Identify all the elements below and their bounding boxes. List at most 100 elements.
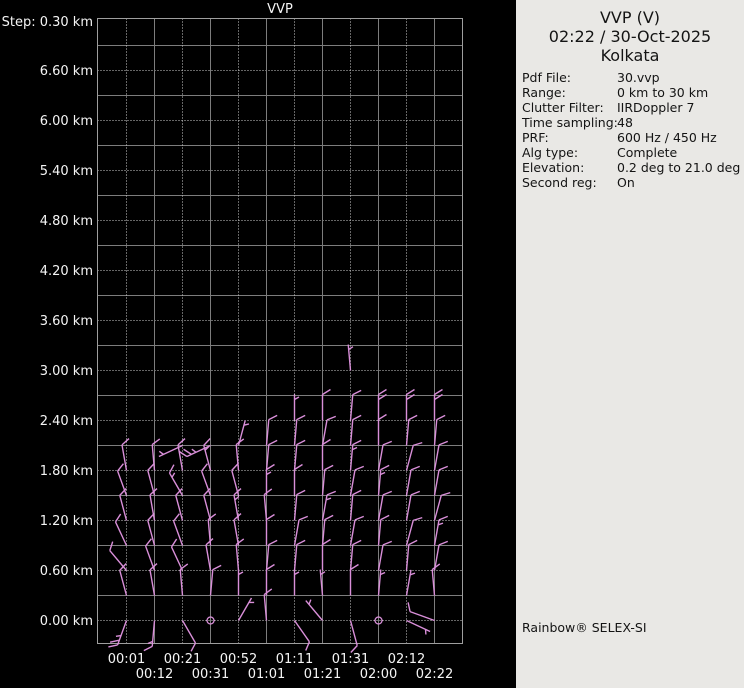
wind-barb [351,440,362,472]
y-axis-label: 6.60 km [40,64,93,79]
wind-barb [405,621,430,636]
y-axis-label: 6.00 km [40,114,93,129]
wind-barb [169,539,189,570]
chart-title: VVP [267,2,293,17]
wind-barb [200,464,218,496]
field-value: 0.2 deg to 21.0 deg [617,160,740,175]
wind-barb [267,565,275,596]
metadata-row: Clutter Filter:IIRDoppler 7 [522,100,740,115]
y-axis-label: 5.40 km [40,164,93,179]
site-name: Kolkata [516,46,744,65]
field-label: Clutter Filter: [522,100,617,115]
wind-barb [435,390,443,421]
wind-barb [351,565,359,596]
wind-barb [149,489,162,521]
wind-barb [288,621,312,651]
wind-barb [379,515,390,547]
y-axis-label: 3.00 km [40,364,93,379]
wind-barb [267,515,275,546]
wind-barb [407,516,423,548]
field-label: PRF: [522,130,617,145]
product-metadata: Pdf File:30.vvpRange:0 km to 30 kmClutte… [522,70,740,190]
wind-barb [432,564,443,596]
wind-barb [116,464,134,496]
x-axis-label: 02:00 [360,667,397,682]
y-axis-label: 2.40 km [40,414,93,429]
wind-barb [407,570,416,596]
x-axis-label: 01:11 [276,652,313,667]
x-axis-label: 00:12 [136,667,173,682]
wind-barb [233,514,246,546]
y-axis-label: 4.20 km [40,264,93,279]
wind-barb [320,569,327,595]
field-value: 48 [617,115,740,130]
wind-barb [295,465,303,496]
field-label: Second reg: [522,175,617,190]
field-label: Alg type: [522,145,617,160]
y-axis-label: 4.80 km [40,214,93,229]
wind-barb [236,539,247,571]
wind-barb [379,540,392,572]
wind-barb [176,621,198,652]
wind-barb [407,415,418,447]
wind-barb [323,390,331,421]
wind-barb [405,602,437,620]
wind-barb [239,598,256,623]
wind-barb [267,465,275,496]
field-label: Pdf File: [522,70,617,85]
field-value: 0 km to 30 km [617,85,740,100]
metadata-row: Second reg:On [522,175,740,190]
field-value: 30.vvp [617,70,740,85]
wind-barb [264,589,275,621]
wind-barb [323,415,336,447]
field-value: On [617,175,740,190]
field-label: Range: [522,85,617,100]
wind-barb [323,440,331,471]
metadata-row: PRF:600 Hz / 450 Hz [522,130,740,145]
field-value: Complete [617,145,740,160]
wind-barb [205,539,218,571]
wind-barb [236,439,247,471]
x-axis-label: 00:31 [192,667,229,682]
y-axis-label: 1.80 km [40,464,93,479]
x-axis-label: 01:31 [332,652,369,667]
wind-barb [407,390,415,421]
metadata-row: Alg type:Complete [522,145,740,160]
field-value: IIRDoppler 7 [617,100,740,115]
wind-barb [348,344,355,370]
metadata-row: Range:0 km to 30 km [522,85,740,100]
x-axis-label: 00:21 [164,652,201,667]
wind-barb [149,564,162,596]
wind-barb [233,489,246,521]
wind-barb [379,415,387,446]
field-label: Elevation: [522,160,617,175]
field-label: Time sampling: [522,115,617,130]
wind-barb [295,570,300,596]
x-axis-label: 00:52 [220,652,257,667]
metadata-row: Pdf File:30.vvp [522,70,740,85]
wind-barb [108,618,126,650]
brand-footer: Rainbow® SELEX-SI [522,620,647,635]
metadata-row: Elevation:0.2 deg to 21.0 deg [522,160,740,175]
wind-barb [323,540,331,571]
y-axis-label: 3.60 km [40,314,93,329]
x-axis-label: 02:22 [416,667,453,682]
y-axis-step-label: Step: 0.30 km [2,15,93,30]
wind-barb [407,490,420,522]
wind-barb [167,465,189,496]
y-axis-label: 0.00 km [40,614,93,629]
wind-barb [144,620,155,652]
wind-barb [407,540,418,572]
info-panel: VVP (V) 02:22 / 30-Oct-2025 Kolkata Pdf … [516,0,744,688]
wind-barb [435,415,446,447]
wind-barb [144,539,162,571]
wind-barb [211,565,222,597]
wind-barb [295,540,306,572]
y-axis-label: 0.60 km [40,564,93,579]
timestamp: 02:22 / 30-Oct-2025 [516,27,744,46]
wind-barb [351,490,362,522]
wind-barb [239,570,244,596]
wind-barb [295,490,306,522]
wind-barb [379,570,386,596]
wind-barb [323,465,334,497]
